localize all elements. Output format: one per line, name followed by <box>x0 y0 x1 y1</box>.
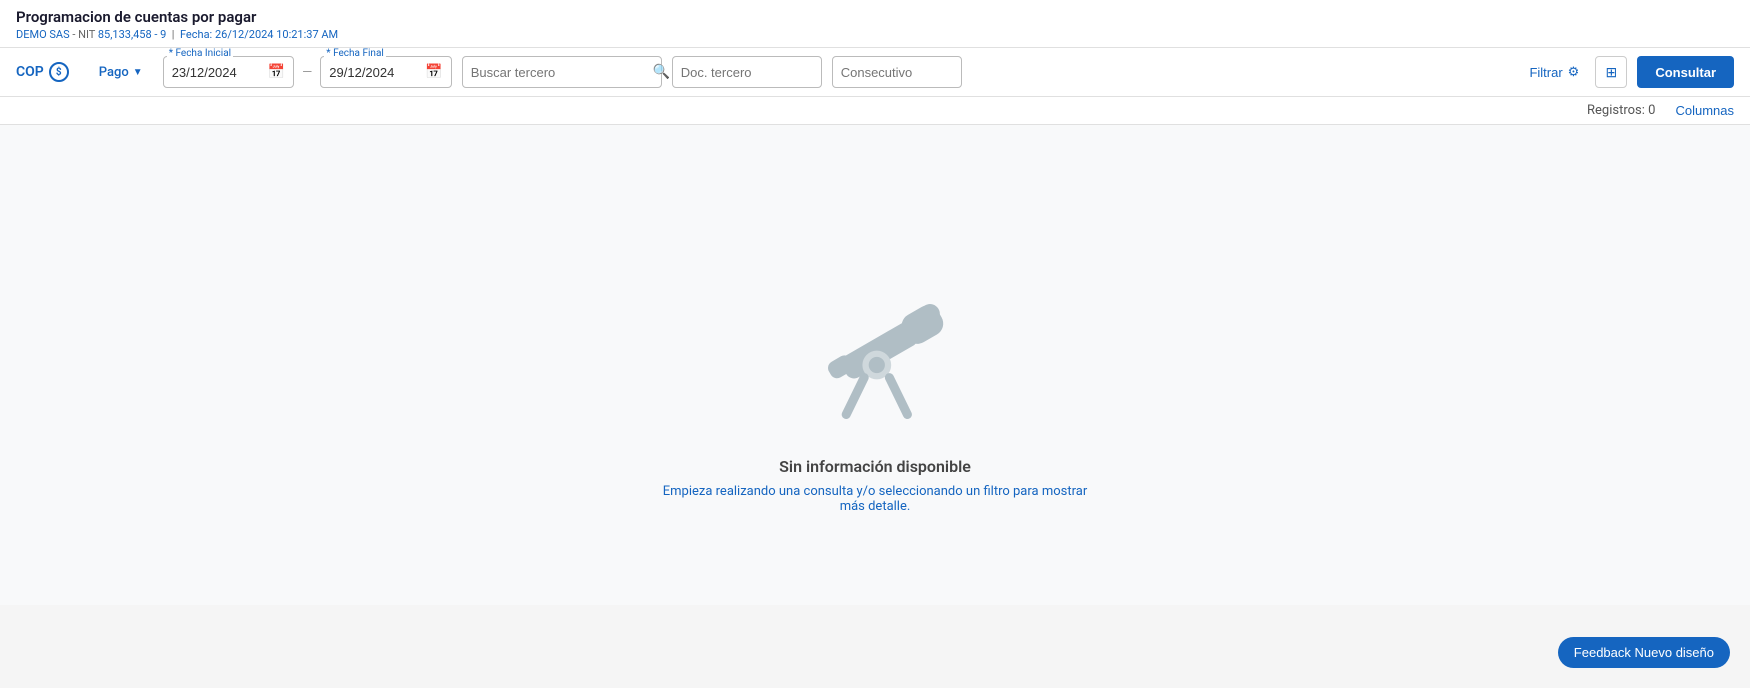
filter-icon: ⚙ <box>1568 64 1580 80</box>
currency-selector[interactable]: COP $ <box>16 62 69 82</box>
calendar-icon-2[interactable]: 📅 <box>425 64 442 80</box>
feedback-label: Feedback Nuevo diseño <box>1574 645 1714 660</box>
buscar-tercero-field[interactable]: 🔍 <box>462 56 662 88</box>
fecha-inicial-field: * Fecha Inicial 📅 <box>163 56 294 88</box>
date-range-group: * Fecha Inicial 📅 — * Fecha Final 📅 <box>163 56 452 88</box>
page-title: Programacion de cuentas por pagar <box>16 8 1734 26</box>
currency-icon: $ <box>49 62 69 82</box>
company-nit: 85,133,458 - 9 <box>98 28 166 41</box>
consultar-label: Consultar <box>1655 65 1716 80</box>
doc-tercero-input[interactable] <box>672 56 822 88</box>
pago-label: Pago <box>99 65 129 80</box>
main-content: Sin información disponible Empieza reali… <box>0 125 1750 605</box>
fecha-final-input[interactable] <box>329 65 419 80</box>
fecha-final-field: * Fecha Final 📅 <box>320 56 451 88</box>
buscar-tercero-input[interactable] <box>471 65 647 80</box>
records-count: Registros: 0 <box>1587 103 1655 118</box>
company-name: DEMO SAS <box>16 28 70 41</box>
columns-button[interactable]: Columnas <box>1675 103 1734 118</box>
fecha-value: 26/12/2024 10:21:37 AM <box>215 28 338 41</box>
no-data-illustration <box>785 257 965 437</box>
consecutivo-input[interactable] <box>832 56 962 88</box>
filtrar-button[interactable]: Filtrar ⚙ <box>1523 60 1585 84</box>
fecha-label: Fecha: <box>180 28 212 41</box>
fecha-inicial-label: * Fecha Inicial <box>167 48 233 59</box>
pago-dropdown[interactable]: Pago ▼ <box>99 65 143 80</box>
excel-button[interactable]: ⊞ <box>1595 56 1627 88</box>
filtrar-label: Filtrar <box>1529 65 1562 80</box>
fecha-final-input-wrap[interactable]: 📅 <box>320 56 451 88</box>
feedback-button[interactable]: Feedback Nuevo diseño <box>1558 637 1730 668</box>
records-bar: Registros: 0 Columnas <box>0 97 1750 125</box>
columns-label: Columnas <box>1675 103 1734 118</box>
calendar-icon[interactable]: 📅 <box>268 64 285 80</box>
records-label: Registros: <box>1587 103 1645 118</box>
currency-label: COP <box>16 64 44 80</box>
chevron-down-icon: ▼ <box>133 67 143 78</box>
fecha-final-label: * Fecha Final <box>324 48 386 59</box>
toolbar: COP $ Pago ▼ * Fecha Inicial 📅 — * Fecha… <box>0 48 1750 97</box>
no-data-title: Sin información disponible <box>779 457 971 476</box>
search-icon: 🔍 <box>653 64 670 80</box>
excel-icon: ⊞ <box>1605 64 1617 81</box>
no-data-subtitle: Empieza realizando una consulta y/o sele… <box>650 484 1100 514</box>
page-subtitle: DEMO SAS - NIT 85,133,458 - 9 | Fecha: 2… <box>16 28 1734 41</box>
date-separator: — <box>302 65 312 80</box>
records-value: 0 <box>1648 103 1655 118</box>
fecha-inicial-input-wrap[interactable]: 📅 <box>163 56 294 88</box>
page-header: Programacion de cuentas por pagar DEMO S… <box>0 0 1750 48</box>
fecha-inicial-input[interactable] <box>172 65 262 80</box>
consultar-button[interactable]: Consultar <box>1637 56 1734 88</box>
